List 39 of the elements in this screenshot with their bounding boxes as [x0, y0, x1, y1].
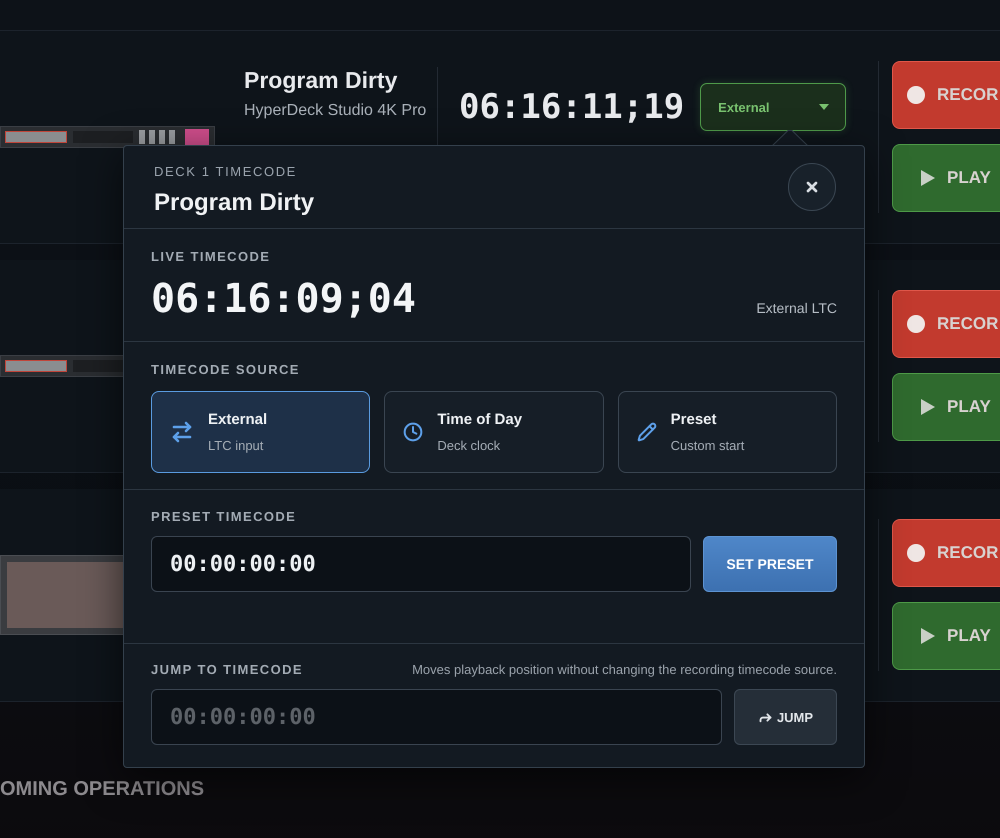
caret-icon — [819, 104, 830, 110]
play-button[interactable]: PLAY — [892, 144, 1000, 212]
live-timecode: 06:16:09;04 — [151, 276, 416, 322]
deck-title: Program Dirty — [244, 67, 398, 94]
set-preset-button[interactable]: SET PRESET — [703, 536, 837, 592]
clock-icon — [403, 422, 424, 442]
swap-arrows-icon — [170, 420, 194, 444]
section-label: JUMP TO TIMECODE — [151, 662, 303, 678]
pencil-icon — [636, 422, 657, 442]
source-option[interactable]: Preset Custom start — [618, 390, 837, 473]
jump-button[interactable]: JUMP — [734, 689, 837, 746]
section-label: PRESET TIMECODE — [151, 509, 298, 524]
play-button[interactable]: PLAY — [892, 602, 1000, 670]
section-label: LIVE TIMECODE — [151, 248, 272, 264]
close-button[interactable] — [788, 163, 836, 211]
hint-text: Moves playback position without changing the recording timecode source. — [412, 662, 837, 678]
source-option[interactable]: Time of Day Deck clock — [384, 390, 604, 473]
popover-title: Program Dirty — [154, 189, 314, 217]
play-icon — [921, 399, 935, 415]
record-button[interactable]: RECOR — [892, 290, 1000, 358]
deck-timecode: 06:16:11;19 — [458, 87, 686, 127]
preset-timecode-field[interactable]: 00:00:00:00 — [151, 536, 691, 592]
source-dropdown[interactable]: External — [700, 83, 846, 131]
play-icon — [921, 628, 935, 644]
record-button[interactable]: RECOR — [892, 61, 1000, 129]
popover-eyebrow: DECK 1 TIMECODE — [154, 164, 298, 179]
play-icon — [921, 170, 935, 186]
record-dot-icon — [907, 86, 925, 104]
section-title: OMING OPERATIONS — [0, 778, 206, 801]
play-button[interactable]: PLAY — [892, 373, 1000, 441]
source-option[interactable]: External LTC input — [151, 390, 370, 473]
record-dot-icon — [907, 544, 925, 562]
record-button[interactable]: RECOR — [892, 519, 1000, 587]
timecode-source-text: External LTC — [756, 300, 837, 316]
deck-model: HyperDeck Studio 4K Pro — [244, 102, 428, 120]
record-dot-icon — [907, 315, 925, 333]
jump-timecode-field[interactable]: 00:00:00:00 — [151, 689, 722, 746]
close-icon — [804, 179, 820, 195]
section-label: TIMECODE SOURCE — [151, 362, 301, 377]
